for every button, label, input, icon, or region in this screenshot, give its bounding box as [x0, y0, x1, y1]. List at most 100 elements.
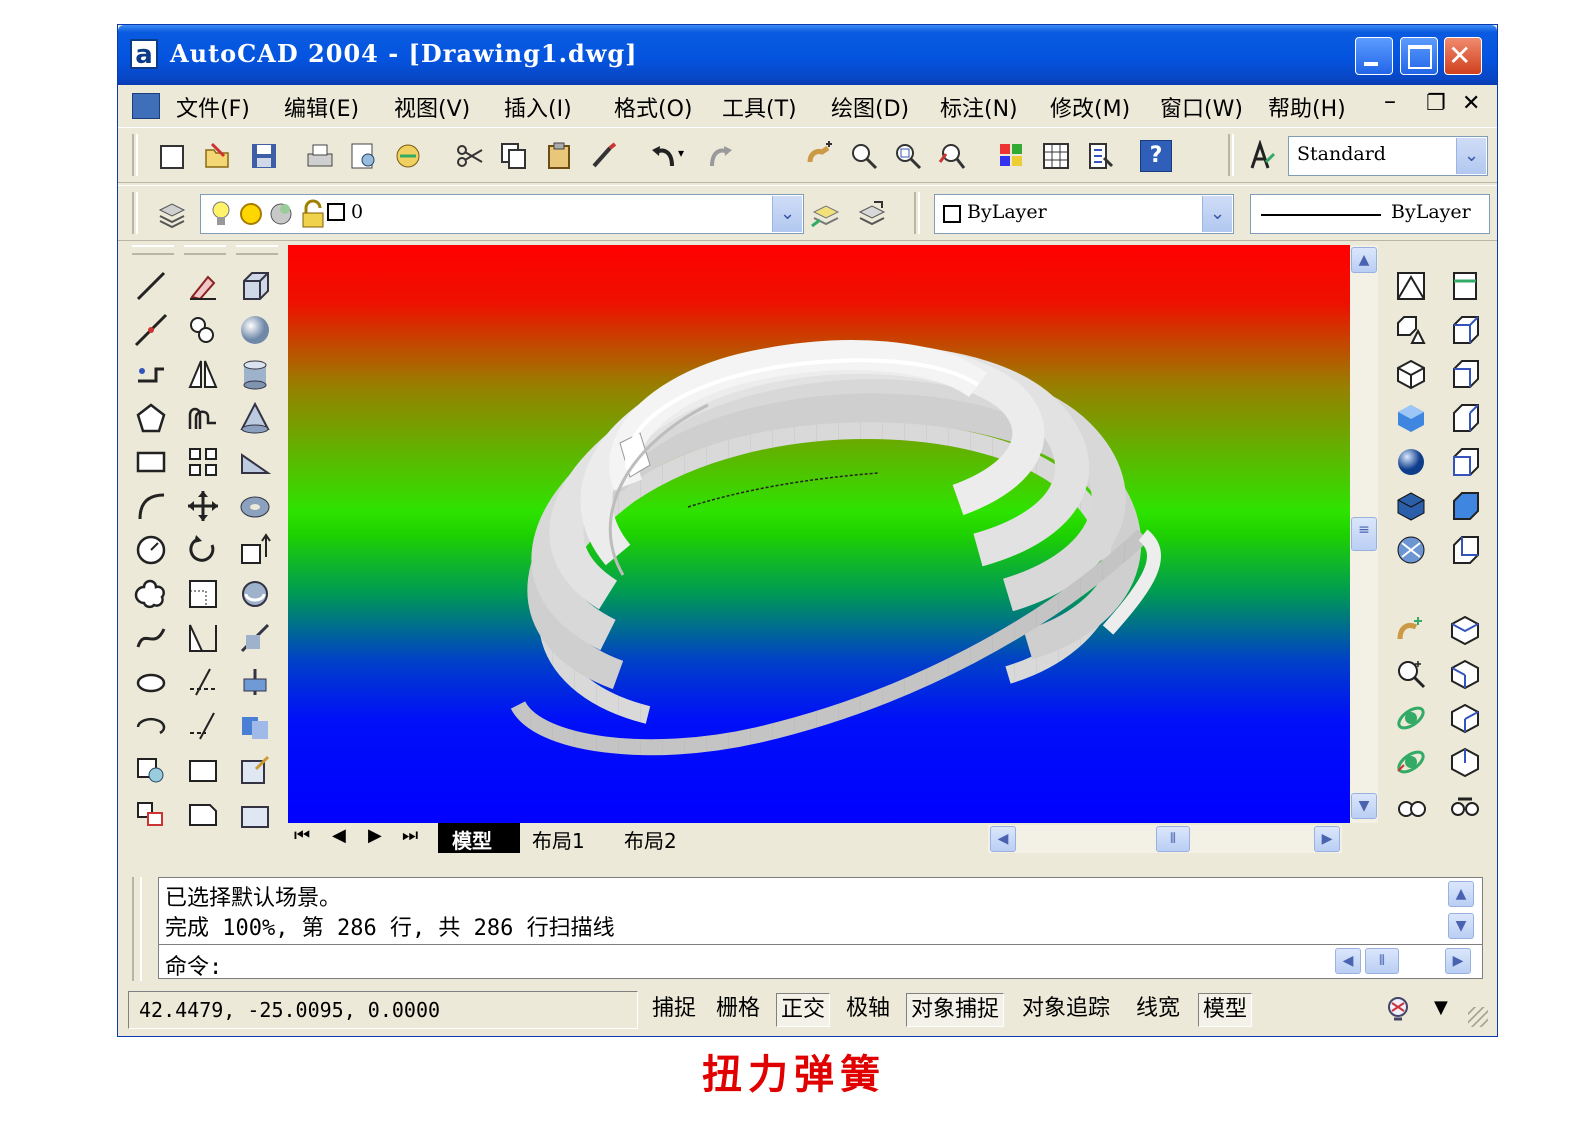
menu-insert[interactable]: 插入(I): [504, 91, 572, 123]
last-tab-button[interactable]: ⏭: [402, 825, 418, 846]
open-file-icon[interactable]: [202, 140, 234, 172]
undo-dropdown-icon[interactable]: ▾: [678, 146, 692, 160]
circle-icon[interactable]: [134, 533, 168, 567]
first-tab-button[interactable]: ⏮: [294, 825, 310, 846]
revision-cloud-icon[interactable]: [134, 577, 168, 611]
setup-view-icon[interactable]: [238, 797, 272, 831]
section-icon[interactable]: [238, 665, 272, 699]
line-icon[interactable]: [134, 269, 168, 303]
move-icon[interactable]: [186, 489, 220, 523]
flat-shaded-icon[interactable]: [1394, 489, 1428, 523]
view-left-icon[interactable]: [1448, 357, 1482, 391]
interfere-icon[interactable]: [238, 709, 272, 743]
menu-modify[interactable]: 修改(M): [1050, 91, 1130, 123]
scroll-thumb[interactable]: ⦀: [1156, 826, 1190, 852]
tab-model[interactable]: 模型: [438, 823, 520, 853]
coordinates-box[interactable]: 42.4479, -25.0095, 0.0000: [128, 991, 638, 1029]
insert-block-icon[interactable]: [134, 753, 168, 787]
chevron-down-icon[interactable]: ⌄: [1202, 196, 1232, 232]
array-icon[interactable]: [186, 445, 220, 479]
break-icon[interactable]: [186, 753, 220, 787]
chevron-down-icon[interactable]: ⌄: [1456, 138, 1486, 174]
doc-close-button[interactable]: ✕: [1462, 91, 1480, 116]
make-block-icon[interactable]: [134, 797, 168, 831]
cut-icon[interactable]: [454, 140, 486, 172]
lock-icon[interactable]: [299, 199, 327, 229]
view-top-icon[interactable]: [1448, 269, 1482, 303]
shaded-box-icon[interactable]: [1394, 401, 1428, 435]
menu-edit[interactable]: 编辑(E): [284, 91, 359, 123]
layer-previous-icon[interactable]: [856, 198, 888, 230]
lineweight-toggle[interactable]: 线宽: [1132, 993, 1184, 1027]
redo-icon[interactable]: [704, 140, 736, 172]
command-history[interactable]: 已选择默认场景。 完成 100%, 第 286 行, 共 286 行扫描线: [158, 877, 1483, 945]
snap-toggle[interactable]: 捕捉: [648, 993, 700, 1027]
toolbar-grip[interactable]: [132, 192, 138, 234]
tab-layout1[interactable]: 布局1: [532, 825, 585, 854]
text-style-icon[interactable]: [1246, 139, 1278, 172]
3d-orbit-icon[interactable]: [1394, 701, 1428, 735]
torus-icon[interactable]: [238, 489, 272, 523]
nw-isometric-icon[interactable]: [1448, 745, 1482, 779]
command-line[interactable]: 命令: ◀ ⦀ ▶: [158, 945, 1483, 980]
next-tab-button[interactable]: ▶: [368, 825, 382, 846]
polyline-icon[interactable]: [134, 357, 168, 391]
rotate-icon[interactable]: [186, 533, 220, 567]
pan-realtime-icon[interactable]: [804, 140, 836, 172]
plot-icon[interactable]: [304, 140, 336, 172]
publish-icon[interactable]: [392, 140, 424, 172]
3d-zoom-icon[interactable]: [1394, 657, 1428, 691]
trim-icon[interactable]: [186, 665, 220, 699]
save-icon[interactable]: [248, 140, 280, 172]
camera-icon[interactable]: [1448, 789, 1482, 823]
menu-dimension[interactable]: 标注(N): [940, 91, 1018, 123]
color-combo[interactable]: ByLayer ⌄: [934, 194, 1234, 234]
freeze-viewport-icon[interactable]: [267, 199, 295, 229]
box-icon[interactable]: [238, 269, 272, 303]
viewport-vertical-scrollbar[interactable]: ▲ ≡ ▼: [1350, 245, 1378, 823]
paste-icon[interactable]: [544, 140, 576, 172]
communication-center-icon[interactable]: [1382, 993, 1414, 1025]
model-toggle[interactable]: 模型: [1198, 993, 1253, 1027]
maximize-button[interactable]: [1400, 37, 1438, 75]
view-back-box-icon[interactable]: [1448, 533, 1482, 567]
text-style-combo[interactable]: Standard ⌄: [1288, 136, 1488, 176]
menu-file[interactable]: 文件(F): [176, 91, 250, 123]
drawing-viewport[interactable]: [288, 245, 1350, 823]
osnap-toggle[interactable]: 对象捕捉: [906, 993, 1005, 1027]
3d-continuous-orbit-icon[interactable]: [1394, 745, 1428, 779]
sw-isometric-icon[interactable]: [1448, 613, 1482, 647]
scroll-right-button[interactable]: ▶: [1314, 826, 1340, 852]
toolbar-grip[interactable]: [1228, 134, 1234, 176]
ortho-toggle[interactable]: 正交: [776, 993, 831, 1027]
ne-isometric-icon[interactable]: [1448, 701, 1482, 735]
new-file-icon[interactable]: [156, 140, 188, 172]
sun-icon[interactable]: [237, 199, 265, 229]
properties-icon[interactable]: [996, 140, 1028, 172]
gouraud-shaded-icon[interactable]: [1394, 533, 1428, 567]
copy-icon[interactable]: [498, 140, 530, 172]
scroll-left-button[interactable]: ◀: [990, 826, 1016, 852]
view-front-box-icon[interactable]: [1448, 445, 1482, 479]
view-front-icon[interactable]: [1394, 313, 1428, 347]
extend-icon[interactable]: [186, 709, 220, 743]
scroll-thumb[interactable]: ⦀: [1365, 948, 1399, 974]
chamfer-icon[interactable]: [186, 797, 220, 831]
linetype-combo[interactable]: ByLayer: [1250, 194, 1490, 234]
menu-view[interactable]: 视图(V): [394, 91, 470, 123]
viewport-horizontal-scrollbar[interactable]: ◀ ⦀ ▶: [988, 825, 1342, 853]
se-isometric-icon[interactable]: [1448, 657, 1482, 691]
mirror-icon[interactable]: [186, 357, 220, 391]
zoom-realtime-icon[interactable]: [848, 140, 880, 172]
lightbulb-icon[interactable]: [207, 199, 235, 229]
polygon-icon[interactable]: [134, 401, 168, 435]
toolbar-grip[interactable]: [914, 192, 920, 234]
layer-manager-icon[interactable]: [156, 198, 188, 230]
extrude-icon[interactable]: [238, 533, 272, 567]
rectangle-icon[interactable]: [134, 445, 168, 479]
construction-line-icon[interactable]: [134, 313, 168, 347]
menu-draw[interactable]: 绘图(D): [831, 91, 909, 123]
undo-icon[interactable]: [648, 140, 680, 172]
design-center-icon[interactable]: [1040, 140, 1072, 172]
zoom-window-icon[interactable]: [892, 140, 924, 172]
